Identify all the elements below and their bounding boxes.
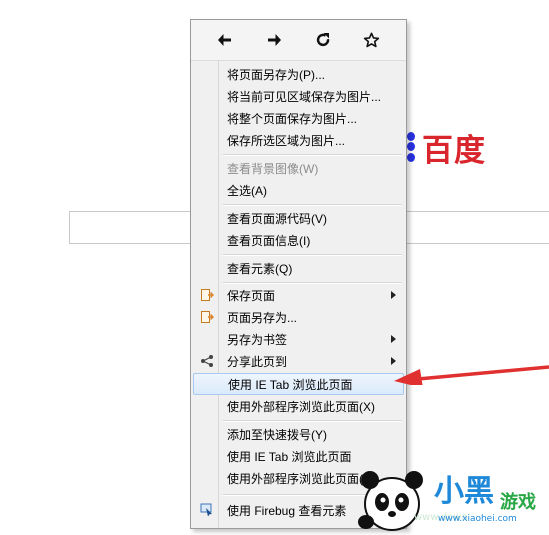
baidu-logo-text: 百度 [422, 132, 486, 169]
menu-item-page-save-as[interactable]: 页面另存为... [193, 306, 404, 328]
navigation-bar [191, 20, 406, 61]
menu-item-label: 使用 IE Tab 浏览此页面 [227, 449, 352, 464]
menu-separator [223, 420, 402, 422]
annotation-arrow-icon [394, 365, 549, 385]
menu-item-view-background-image: 查看背景图像(W) [193, 157, 404, 179]
menu-item-label: 查看页面源代码(V) [227, 211, 327, 226]
menu-separator [223, 154, 402, 156]
menu-item-label: 查看背景图像(W) [227, 161, 319, 176]
menu-item-open-external[interactable]: 使用外部程序浏览此页面(X) [193, 395, 404, 417]
menu-separator [223, 204, 402, 206]
menu-item-label: 保存页面 [227, 288, 276, 303]
menu-item-label: 全选(A) [227, 183, 267, 198]
menu-item-label: 另存为书签 [227, 332, 288, 347]
menu-item-label: 保存所选区域为图片... [227, 133, 346, 148]
reload-icon[interactable] [306, 26, 340, 54]
panda-mascot-icon [358, 471, 423, 531]
menu-item-add-speed-dial[interactable]: 添加至快速拨号(Y) [193, 423, 404, 445]
back-icon[interactable] [208, 26, 242, 54]
submenu-arrow-icon [391, 335, 396, 343]
watermark: www.down 小黑 游戏 www.xiaohei.com [352, 462, 549, 535]
menu-item-label: 将当前可见区域保存为图片... [227, 89, 382, 104]
menu-item-save-visible-as-image[interactable]: 将当前可见区域保存为图片... [193, 85, 404, 107]
menu-item-inspect-element[interactable]: 查看元素(Q) [193, 257, 404, 279]
bookmark-star-icon[interactable] [355, 26, 389, 54]
menu-item-save-page[interactable]: 保存页面 [193, 284, 404, 306]
menu-item-ie-tab-browse[interactable]: 使用 IE Tab 浏览此页面 [193, 373, 404, 395]
submenu-arrow-icon [391, 291, 396, 299]
menu-item-label: 添加至快速拨号(Y) [227, 427, 327, 442]
menu-item-view-page-info[interactable]: 查看页面信息(I) [193, 229, 404, 251]
menu-item-label: 查看元素(Q) [227, 261, 293, 276]
baidu-logo: 百度 [404, 124, 486, 170]
menu-item-label: 将页面另存为(P)... [227, 67, 325, 82]
share-icon [199, 353, 215, 369]
watermark-brand: 小黑 [434, 474, 494, 509]
menu-item-label: 查看页面信息(I) [227, 233, 311, 248]
menu-item-label: 使用 IE Tab 浏览此页面 [228, 377, 353, 392]
watermark-url: www.xiaohei.com [438, 514, 517, 524]
menu-item-view-source[interactable]: 查看页面源代码(V) [193, 207, 404, 229]
menu-item-label: 页面另存为... [227, 310, 298, 325]
menu-item-label: 使用 Firebug 查看元素 [227, 503, 347, 518]
menu-item-save-selection-as-image[interactable]: 保存所选区域为图片... [193, 129, 404, 151]
menu-item-save-as-bookmark[interactable]: 另存为书签 [193, 328, 404, 350]
menu-item-select-all[interactable]: 全选(A) [193, 179, 404, 201]
menu-item-label: 分享此页到 [227, 354, 288, 369]
menu-item-label: 使用外部程序浏览此页面(X) [227, 399, 375, 414]
menu-item-label: 将整个页面保存为图片... [227, 111, 358, 126]
watermark-brand-sub: 游戏 [500, 492, 536, 513]
firebug-inspect-icon [199, 502, 215, 518]
menu-item-share-page[interactable]: 分享此页到 [193, 350, 404, 372]
save-as-icon [199, 309, 215, 325]
menu-item-save-page-as[interactable]: 将页面另存为(P)... [193, 63, 404, 85]
menu-item-save-full-page-as-image[interactable]: 将整个页面保存为图片... [193, 107, 404, 129]
context-menu: 将页面另存为(P)... 将当前可见区域保存为图片... 将整个页面保存为图片.… [190, 19, 407, 529]
forward-icon[interactable] [257, 26, 291, 54]
menu-separator [223, 254, 402, 256]
save-page-icon [199, 287, 215, 303]
